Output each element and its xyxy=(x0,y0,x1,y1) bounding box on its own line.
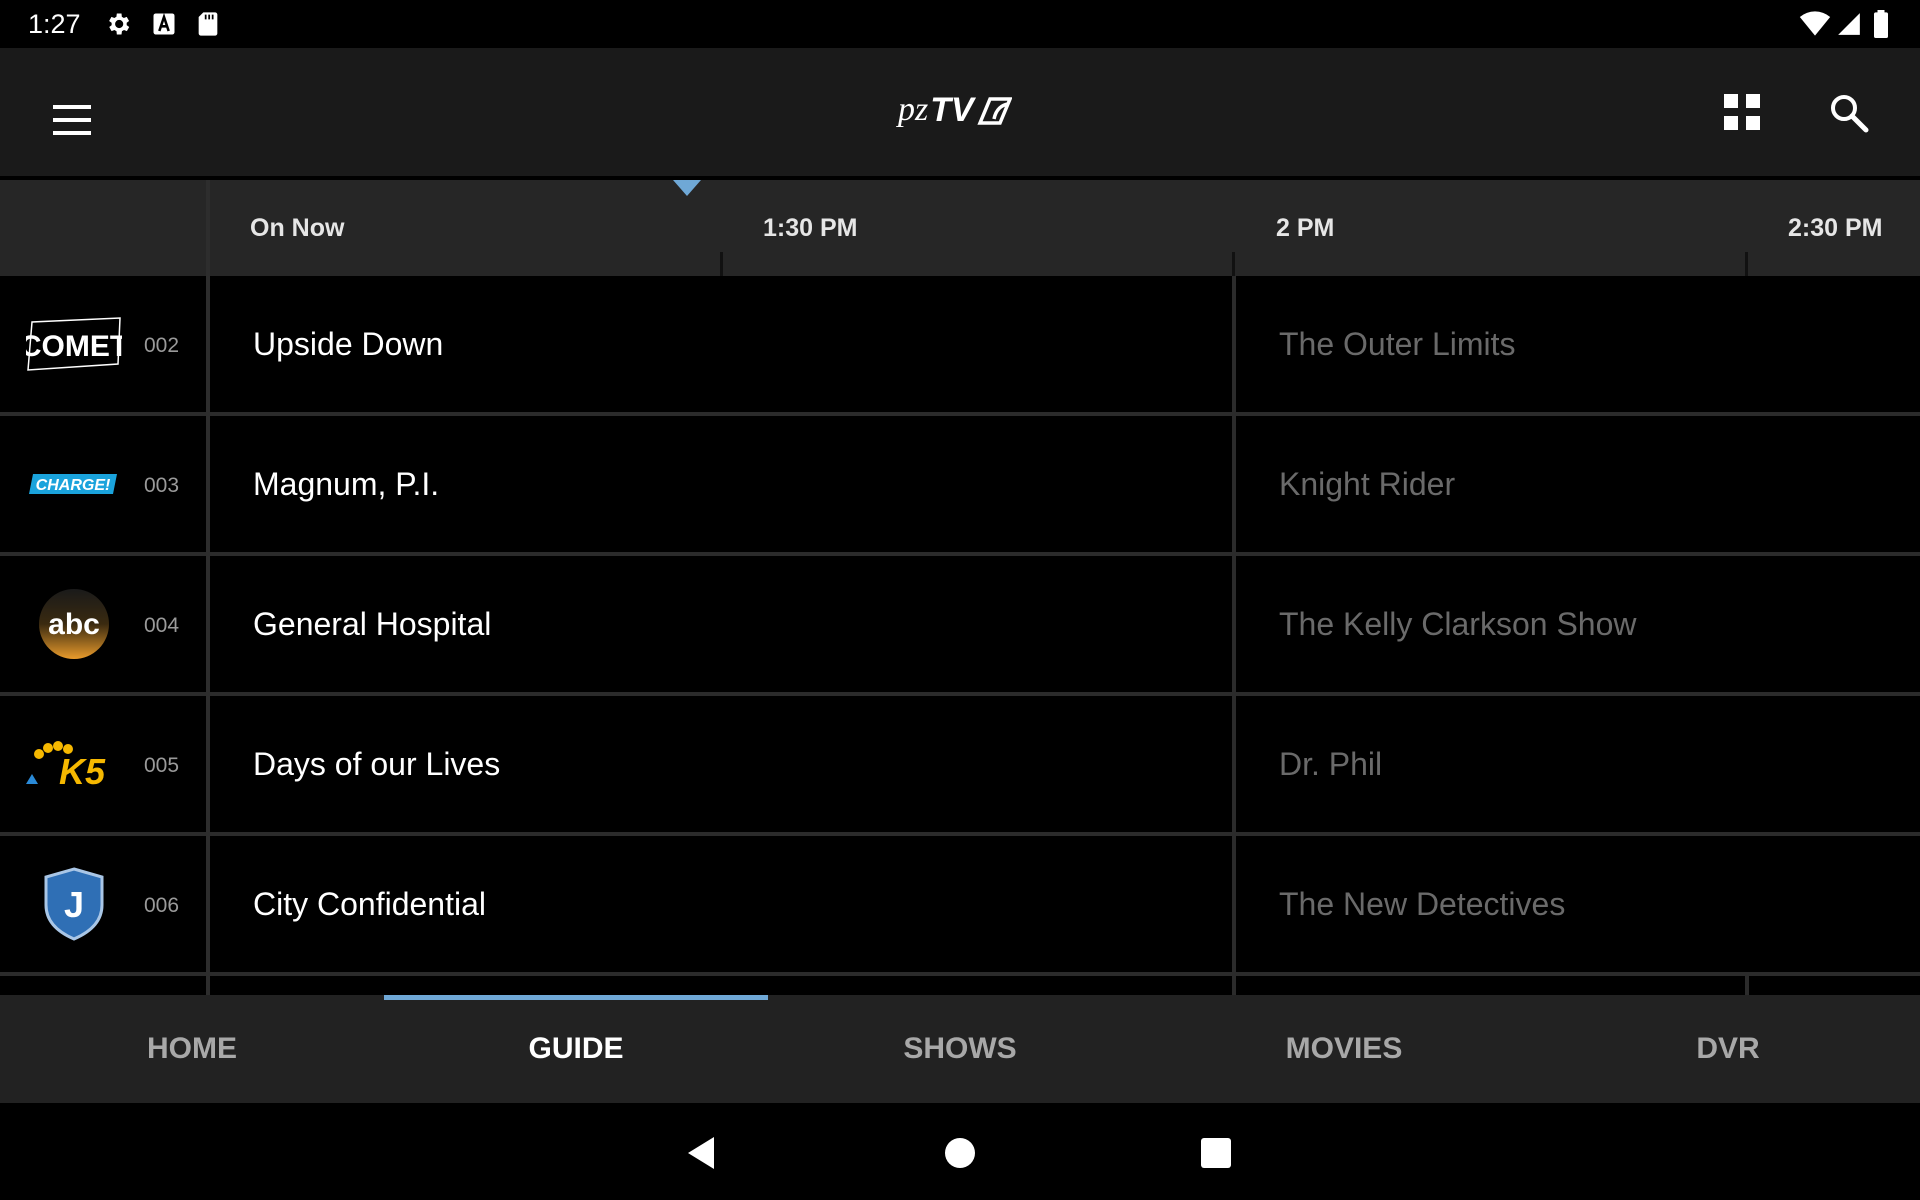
battery-icon xyxy=(1874,10,1888,38)
program-title: Dr. Phil xyxy=(1279,745,1383,782)
channel-row: COMET 002 Upside Down The Outer Limits xyxy=(0,276,1920,412)
row-divider xyxy=(0,972,1920,976)
channel-number: 005 xyxy=(144,754,180,777)
bottom-tab-bar: HOME GUIDE SHOWS MOVIES DVR xyxy=(0,995,1920,1103)
grid-view-icon[interactable] xyxy=(1722,92,1762,132)
hamburger-menu-icon[interactable] xyxy=(40,88,104,152)
channel-cell[interactable]: abc 004 xyxy=(0,556,206,692)
program-title: The Outer Limits xyxy=(1279,325,1516,362)
now-marker xyxy=(673,180,701,196)
program-on-now[interactable]: Days of our Lives xyxy=(210,696,1232,832)
program-title: General Hospital xyxy=(253,605,492,642)
home-circle-icon[interactable] xyxy=(938,1131,982,1175)
program-on-now[interactable]: General Hospital xyxy=(210,556,1232,692)
app-bar: pz TV xyxy=(0,48,1920,176)
time-slot-1-30: 1:30 PM xyxy=(763,214,858,242)
a-icon xyxy=(153,12,175,35)
program-next[interactable]: Dr. Phil xyxy=(1236,696,1920,832)
channel-cell[interactable]: CHARGE! 003 xyxy=(0,416,206,552)
abc-logo: abc xyxy=(24,589,124,659)
channel-cell[interactable]: J 006 xyxy=(0,836,206,972)
status-time: 1:27 xyxy=(28,9,81,39)
tab-guide[interactable]: GUIDE xyxy=(384,995,768,1103)
abc-logo-text: abc xyxy=(48,608,100,641)
tab-home[interactable]: HOME xyxy=(0,995,384,1103)
program-next[interactable]: Knight Rider xyxy=(1236,416,1920,552)
program-next[interactable]: The Kelly Clarkson Show xyxy=(1236,556,1920,692)
system-nav-bar xyxy=(0,1103,1920,1200)
time-slot-2-00: 2 PM xyxy=(1276,214,1335,242)
channel-row: K5 005 Days of our Lives Dr. Phil xyxy=(0,696,1920,832)
comet-logo-text: COMET xyxy=(26,330,122,363)
tab-movies[interactable]: MOVIES xyxy=(1152,995,1536,1103)
tab-dvr[interactable]: DVR xyxy=(1536,995,1920,1103)
charge-logo-text: CHARGE! xyxy=(36,477,111,494)
tab-shows[interactable]: SHOWS xyxy=(768,995,1152,1103)
wifi-icon xyxy=(1799,11,1831,36)
charge-logo: CHARGE! xyxy=(24,454,124,514)
timeline-header-channel-spacer xyxy=(0,180,206,276)
program-on-now[interactable]: Upside Down xyxy=(210,276,1232,412)
time-slot-2-30: 2:30 PM xyxy=(1788,214,1883,242)
program-title: The New Detectives xyxy=(1279,885,1566,922)
program-title: City Confidential xyxy=(253,885,486,922)
search-icon[interactable] xyxy=(1828,92,1870,134)
program-title: Upside Down xyxy=(253,325,444,362)
time-tick xyxy=(720,252,723,276)
time-slot-on-now: On Now xyxy=(250,214,345,242)
settings-icon xyxy=(109,13,130,35)
channel-cell[interactable]: COMET 002 xyxy=(0,276,206,412)
channel-number: 004 xyxy=(144,614,180,637)
channel-row: CHARGE! 003 Magnum, P.I. Knight Rider xyxy=(0,416,1920,552)
channel-row: abc 004 General Hospital The Kelly Clark… xyxy=(0,556,1920,692)
k5-nbc-logo: K5 xyxy=(24,734,124,794)
channel-number: 003 xyxy=(144,474,180,497)
time-tick xyxy=(1745,252,1748,276)
program-title: Knight Rider xyxy=(1279,465,1456,502)
logo-tv-text: TV xyxy=(930,90,974,129)
program-next[interactable]: The New Detectives xyxy=(1236,836,1920,972)
channel-row: J 006 City Confidential The New Detectiv… xyxy=(0,836,1920,972)
justice-logo: J xyxy=(24,867,124,941)
signal-icon xyxy=(1838,13,1860,35)
channel-number: 006 xyxy=(144,894,180,917)
comet-logo: COMET xyxy=(24,314,124,374)
channel-column-divider xyxy=(206,180,210,995)
status-bar: 1:27 xyxy=(0,0,1920,48)
pztv-logo: pz TV xyxy=(898,86,1012,134)
k5-logo-text: K5 xyxy=(59,751,106,788)
guide-grid: COMET 002 Upside Down The Outer Limits C… xyxy=(0,276,1920,995)
program-next[interactable]: The Outer Limits xyxy=(1236,276,1920,412)
program-title: Magnum, P.I. xyxy=(253,465,440,502)
channel-number: 002 xyxy=(144,334,180,357)
program-column-divider xyxy=(1232,276,1236,995)
justice-logo-text: J xyxy=(64,884,84,925)
logo-slash-icon xyxy=(977,97,1012,125)
program-title: The Kelly Clarkson Show xyxy=(1279,605,1637,642)
program-on-now[interactable]: City Confidential xyxy=(210,836,1232,972)
program-column-divider-stub xyxy=(1745,975,1749,995)
logo-pz-text: pz xyxy=(898,91,929,128)
program-on-now[interactable]: Magnum, P.I. xyxy=(210,416,1232,552)
recents-square-icon[interactable] xyxy=(1194,1131,1238,1175)
sd-card-icon xyxy=(198,12,218,36)
program-title: Days of our Lives xyxy=(253,745,501,782)
timeline-header: On Now 1:30 PM 2 PM 2:30 PM xyxy=(0,180,1920,276)
time-tick xyxy=(1232,252,1235,276)
back-triangle-icon[interactable] xyxy=(680,1131,724,1175)
channel-cell[interactable]: K5 005 xyxy=(0,696,206,832)
